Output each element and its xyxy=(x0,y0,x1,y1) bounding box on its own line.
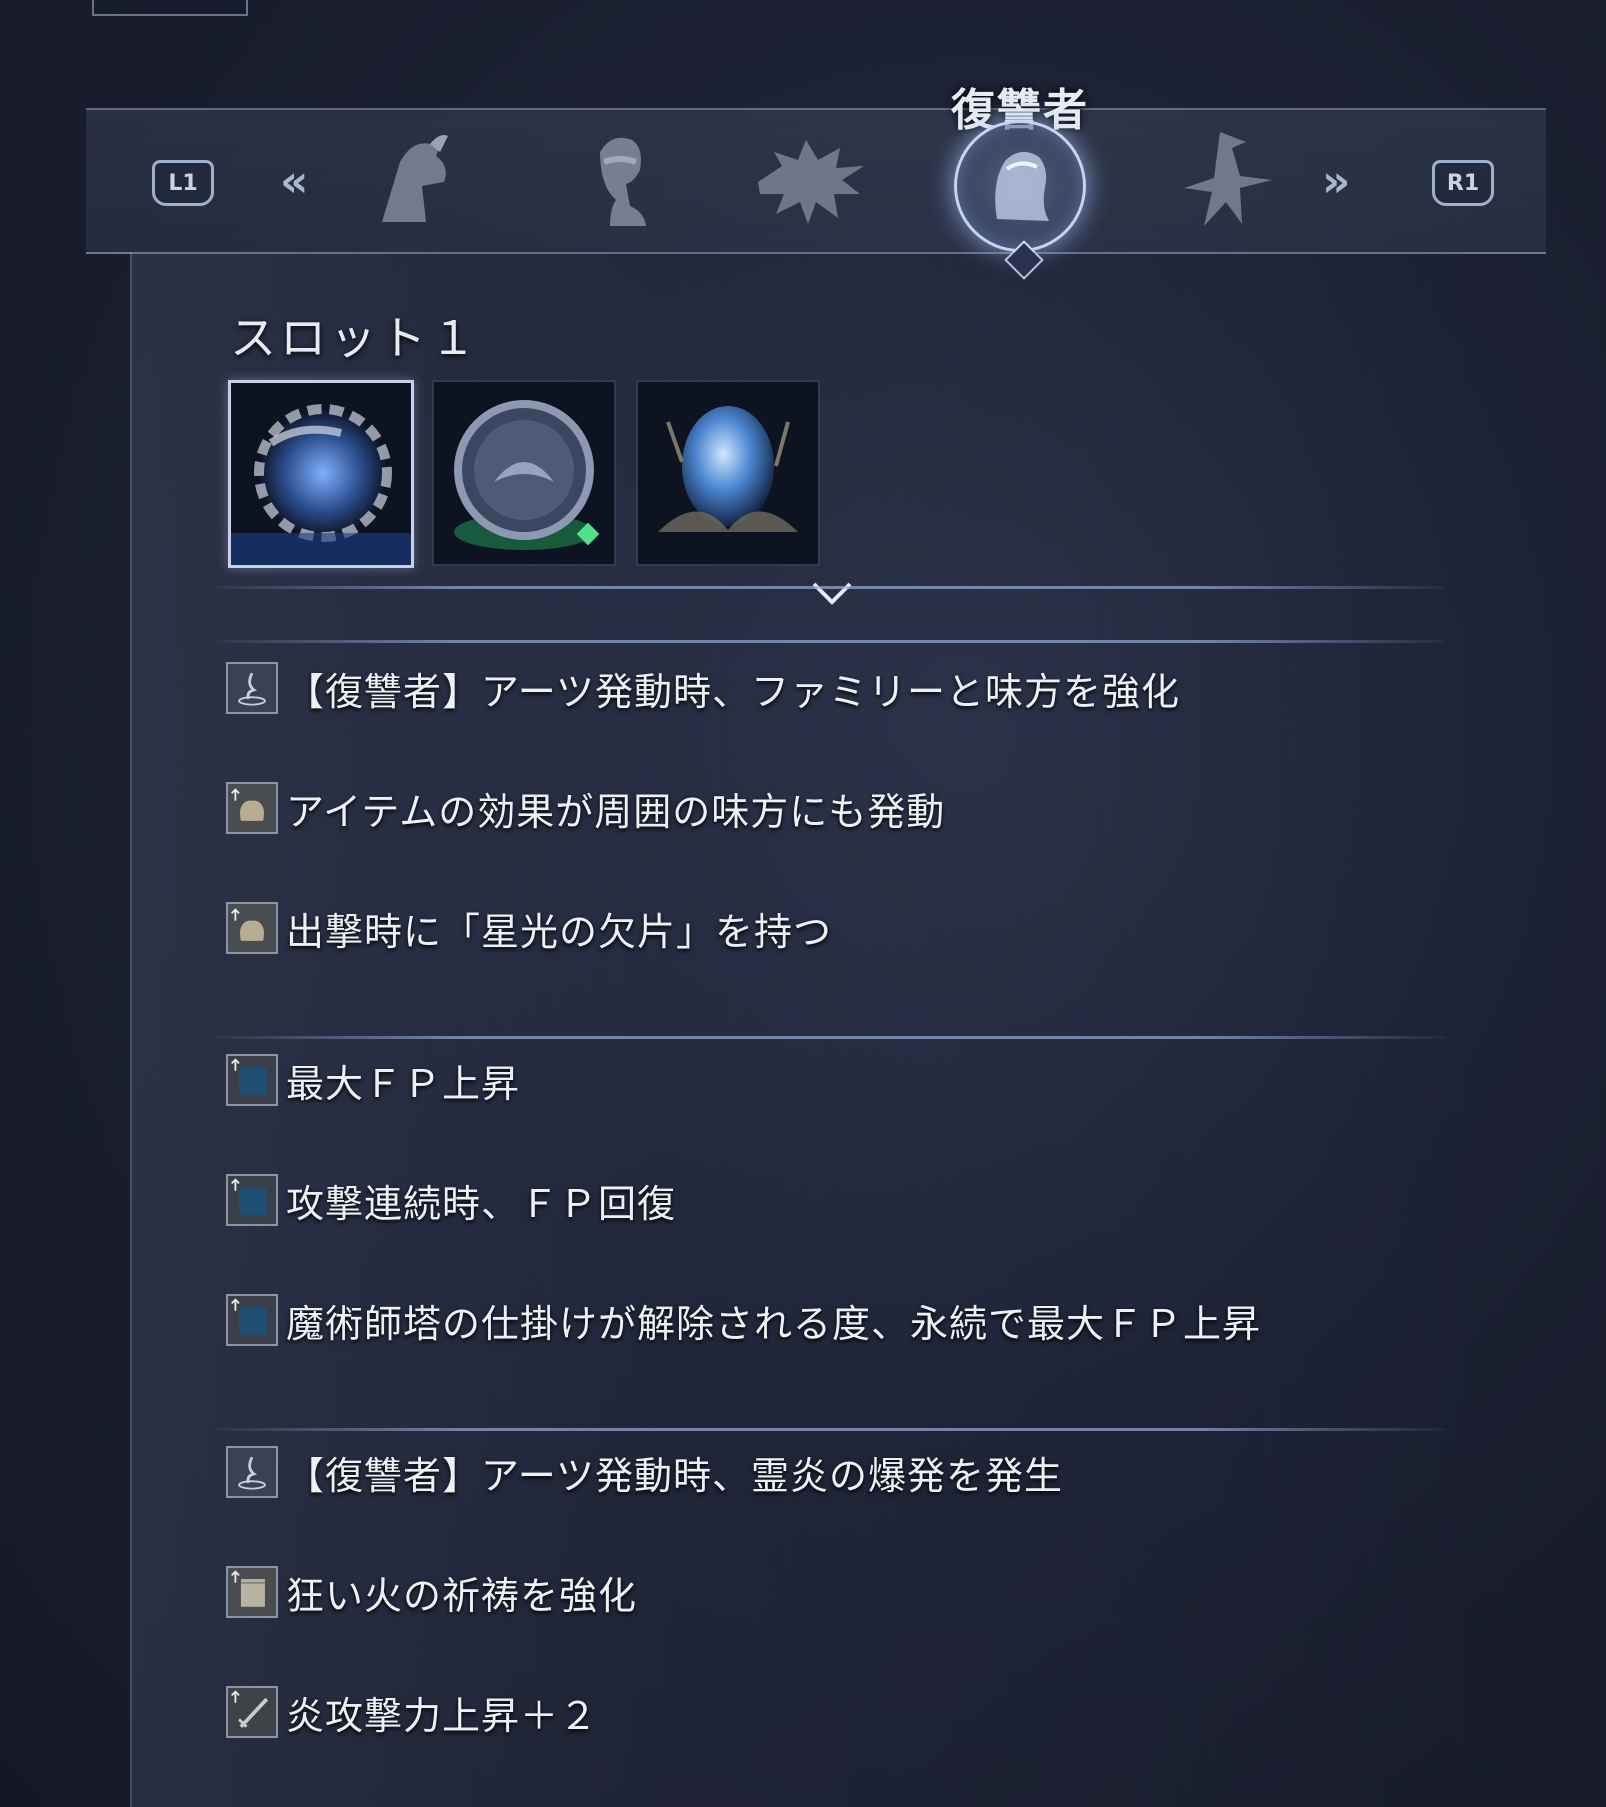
effect-text: 最大ＦＰ上昇 xyxy=(286,1061,521,1106)
tab-witch-hat[interactable] xyxy=(1168,122,1288,242)
effect-row[interactable]: 【復讐者】アーツ発動時、ファミリーと味方を強化 xyxy=(226,660,1180,716)
spiked-beast-icon xyxy=(758,140,864,224)
effect-text: 魔術師塔の仕掛けが解除される度、永続で最大ＦＰ上昇 xyxy=(286,1301,1262,1346)
effect-row[interactable]: 炎攻撃力上昇＋２ xyxy=(226,1684,598,1740)
effect-row[interactable]: 攻撃連続時、ＦＰ回復 xyxy=(226,1172,676,1228)
effect-row[interactable]: 最大ＦＰ上昇 xyxy=(226,1052,520,1108)
divider xyxy=(216,1036,1446,1039)
effect-text: 出撃時に「星光の欠片」を持つ xyxy=(286,909,833,954)
r1-button[interactable]: R1 xyxy=(1432,160,1494,206)
relic-slot-3[interactable] xyxy=(636,380,820,566)
tab-profile-head[interactable] xyxy=(560,122,680,242)
effect-row[interactable]: 狂い火の祈祷を強化 xyxy=(226,1564,637,1620)
effect-row[interactable]: 魔術師塔の仕掛けが解除される度、永続で最大ＦＰ上昇 xyxy=(226,1292,1261,1348)
blue-egg-relic-icon xyxy=(638,382,818,564)
divider xyxy=(216,586,1446,589)
tab-veiled-woman[interactable] xyxy=(954,120,1086,252)
item-pouch-icon xyxy=(226,782,278,834)
arts-flame-icon xyxy=(226,1446,278,1498)
effect-row[interactable]: 【復讐者】アーツ発動時、霊炎の爆発を発生 xyxy=(226,1444,1063,1500)
sword-up-icon xyxy=(226,1686,278,1738)
relic-slot-1[interactable] xyxy=(228,380,414,568)
hooded-figure-icon xyxy=(382,135,448,222)
tab-spiked-beast[interactable] xyxy=(752,122,872,242)
effect-text: 【復讐者】アーツ発動時、霊炎の爆発を発生 xyxy=(286,1453,1063,1498)
scroll-up-icon xyxy=(226,1566,278,1618)
l1-button[interactable]: L1 xyxy=(152,160,214,206)
witch-hat-icon xyxy=(1184,132,1272,226)
fp-up-icon xyxy=(226,1174,278,1226)
effect-text: アイテムの効果が周囲の味方にも発動 xyxy=(286,789,946,834)
divider xyxy=(216,1428,1446,1431)
thorned-orb-relic-icon xyxy=(231,383,411,565)
effect-text: 【復讐者】アーツ発動時、ファミリーと味方を強化 xyxy=(286,669,1180,714)
fp-up-icon xyxy=(226,1054,278,1106)
prev-tab-chevron-icon[interactable]: « xyxy=(280,156,308,207)
item-pouch-icon xyxy=(226,902,278,954)
top-frame-decoration xyxy=(92,0,248,16)
effect-text: 攻撃連続時、ＦＰ回復 xyxy=(286,1181,677,1226)
expand-chevron-down-icon[interactable] xyxy=(810,578,854,608)
effect-text: 炎攻撃力上昇＋２ xyxy=(286,1693,599,1738)
arts-flame-icon xyxy=(226,662,278,714)
engraved-medallion-relic-icon xyxy=(434,382,614,564)
effect-row[interactable]: アイテムの効果が周囲の味方にも発動 xyxy=(226,780,945,836)
divider xyxy=(216,640,1446,643)
tab-hooded-figure[interactable] xyxy=(352,122,472,242)
effect-row[interactable]: 出撃時に「星光の欠片」を持つ xyxy=(226,900,832,956)
veiled-woman-icon xyxy=(995,151,1049,221)
effect-text: 狂い火の祈祷を強化 xyxy=(286,1573,638,1618)
fp-up-icon xyxy=(226,1294,278,1346)
slot-title: スロット１ xyxy=(230,311,480,365)
relic-slot-2[interactable] xyxy=(432,380,616,566)
profile-head-icon xyxy=(600,137,646,226)
next-tab-chevron-icon[interactable]: » xyxy=(1322,156,1350,207)
